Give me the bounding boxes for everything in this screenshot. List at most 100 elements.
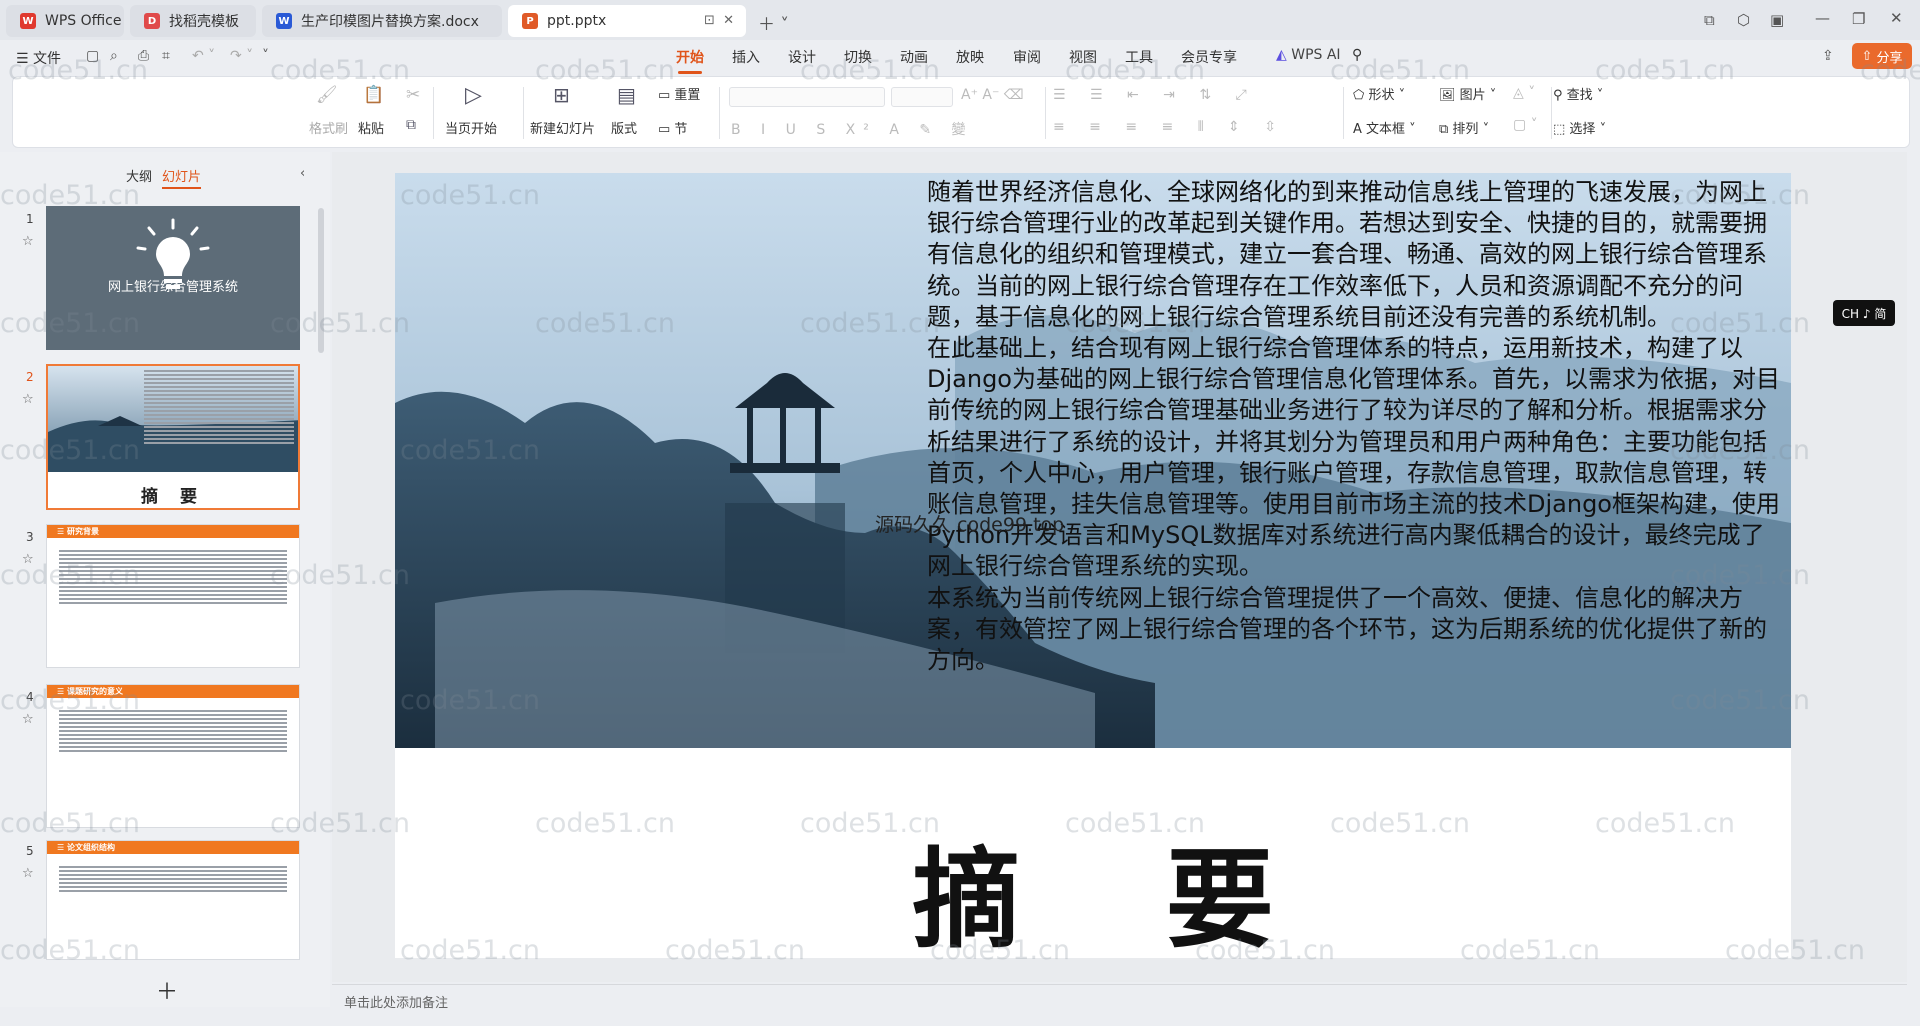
- cloud-sync-icon[interactable]: ⇪: [1822, 48, 1834, 64]
- tab-wps-office[interactable]: W WPS Office: [6, 5, 124, 37]
- collapse-panel-icon[interactable]: ‹: [300, 166, 305, 181]
- more-quick-icon[interactable]: ˅: [262, 48, 269, 64]
- star-icon[interactable]: ☆: [22, 392, 34, 407]
- canvas-scrollbar[interactable]: [1908, 152, 1920, 982]
- undo-icon[interactable]: ↶ ˅: [192, 48, 215, 64]
- star-icon[interactable]: ☆: [22, 552, 34, 567]
- slide-2[interactable]: 随着世界经济信息化、全球网络化的到来推动信息线上管理的飞速发展，为网上银行综合管…: [395, 173, 1791, 963]
- tab-pptx[interactable]: P ppt.pptx ⊡ ✕: [508, 5, 746, 37]
- textbox-button[interactable]: A 文本框 ˅: [1353, 118, 1416, 137]
- arrange-button[interactable]: ⧉ 排列 ˅: [1439, 118, 1489, 137]
- fill-icon[interactable]: ◬ ˅: [1513, 85, 1535, 101]
- new-tab-icon[interactable]: ＋ ˅: [758, 10, 789, 35]
- abstract-textbox[interactable]: 随着世界经济信息化、全球网络化的到来推动信息线上管理的飞速发展，为网上银行综合管…: [927, 177, 1787, 676]
- wps-logo-icon: W: [20, 13, 36, 29]
- slides-tab[interactable]: 幻灯片: [162, 166, 202, 189]
- tab-docer-templates[interactable]: D 找稻壳模板: [130, 5, 256, 37]
- slide-thumbnail-1[interactable]: 网上银行综合管理系统: [46, 206, 300, 350]
- arrange-label: 排列: [1452, 122, 1479, 137]
- align-icons[interactable]: ≡ ≡ ≡ ≡ ⫴ ⇕ ⇳: [1053, 119, 1286, 135]
- slide-number: 3: [26, 530, 34, 544]
- notes-pane[interactable]: 单击此处添加备注: [332, 984, 1907, 1014]
- menu-tab-design[interactable]: 设计: [788, 47, 816, 67]
- menu-tab-animation[interactable]: 动画: [900, 47, 928, 67]
- picture-button[interactable]: 🖼 图片 ˅: [1439, 84, 1496, 103]
- outline-icon[interactable]: ▢ ˅: [1513, 117, 1538, 133]
- star-icon[interactable]: ☆: [22, 712, 34, 727]
- export-icon[interactable]: ⌕: [110, 48, 118, 64]
- file-menu[interactable]: ☰ 文件: [16, 48, 61, 68]
- slide-thumbnail-4[interactable]: ☰ 课题研究的意义: [46, 684, 300, 828]
- window-layout-icon[interactable]: ⧉: [1704, 11, 1715, 29]
- slide-number: 5: [26, 844, 34, 858]
- paste-icon[interactable]: 📋: [363, 85, 384, 105]
- slide-thumbnail-3[interactable]: ☰ 研究背景: [46, 524, 300, 668]
- restore-icon[interactable]: ❐: [1852, 10, 1865, 28]
- start-from-current-button[interactable]: 当页开始: [445, 118, 497, 137]
- menu-tab-review[interactable]: 审阅: [1013, 47, 1041, 67]
- format-brush-label[interactable]: 格式刷: [309, 118, 348, 137]
- layout-icon[interactable]: ▤: [617, 83, 636, 107]
- picture-label: 图片: [1459, 88, 1486, 103]
- format-brush-icon[interactable]: 🖌: [316, 85, 338, 105]
- menu-tab-transition[interactable]: 切换: [844, 47, 872, 67]
- menu-tab-member[interactable]: 会员专享: [1181, 47, 1237, 67]
- new-slide-button[interactable]: 新建幻灯片: [530, 118, 595, 137]
- slide-thumbnail-5[interactable]: ☰ 论文组织结构: [46, 840, 300, 960]
- redo-icon[interactable]: ↷ ˅: [230, 48, 253, 64]
- avatar-icon[interactable]: ▣: [1770, 11, 1784, 29]
- outline-tab[interactable]: 大纲: [126, 166, 152, 185]
- select-button[interactable]: ⬚ 选择 ˅: [1553, 118, 1606, 137]
- menu-tab-insert[interactable]: 插入: [732, 47, 760, 67]
- ime-indicator[interactable]: CH ♪ 简: [1833, 300, 1895, 326]
- add-slide-icon[interactable]: ＋: [156, 974, 178, 1006]
- ppt-doc-icon: P: [522, 13, 538, 29]
- section-button[interactable]: ▭ 节: [658, 118, 687, 137]
- thumb4-header: ☰ 课题研究的意义: [47, 685, 299, 698]
- menu-tab-tools[interactable]: 工具: [1125, 47, 1153, 67]
- file-menu-label: 文件: [33, 51, 62, 67]
- box-icon[interactable]: ⬡: [1737, 11, 1750, 29]
- panel-scrollbar[interactable]: [318, 208, 324, 353]
- slide-title[interactable]: 摘 要: [395, 813, 1791, 969]
- share-button[interactable]: ⇧ 分享: [1852, 43, 1912, 69]
- menu-tab-home[interactable]: 开始: [676, 47, 704, 74]
- save-icon[interactable]: ▢: [86, 48, 99, 64]
- abstract-paragraph-1: 随着世界经济信息化、全球网络化的到来推动信息线上管理的飞速发展，为网上银行综合管…: [927, 178, 1767, 331]
- wps-presentation-window: W WPS Office D 找稻壳模板 W 生产印模图片替换方案.docx P…: [0, 0, 1920, 1026]
- font-grow-icon[interactable]: A⁺ A⁻ ⌫: [961, 87, 1024, 103]
- font-family-dropdown[interactable]: [729, 87, 885, 107]
- list-icons[interactable]: ☰ ☰ ⇤ ⇥ ⇅ ⤢: [1053, 87, 1257, 103]
- close-window-icon[interactable]: ✕: [1890, 9, 1903, 27]
- cut-icon[interactable]: ✂: [406, 85, 420, 105]
- print-icon[interactable]: ⎙: [138, 48, 149, 64]
- slide-number: 2: [26, 370, 34, 384]
- copy-icon[interactable]: ⧉: [406, 117, 416, 133]
- find-button[interactable]: ⚲ 查找 ˅: [1553, 84, 1603, 103]
- picture-icon: 🖼: [1439, 88, 1460, 103]
- menu-tab-view[interactable]: 视图: [1069, 47, 1097, 67]
- find-label: 查找: [1566, 88, 1593, 103]
- minimize-icon[interactable]: —: [1815, 9, 1830, 27]
- tab-label: 找稻壳模板: [169, 14, 239, 30]
- reset-button[interactable]: ▭ 重置: [658, 84, 700, 103]
- text-format-icons[interactable]: B I U S X² A ✎ 變: [731, 119, 974, 139]
- slide-thumbnail-2[interactable]: 摘 要: [46, 364, 300, 510]
- shape-button[interactable]: ⬠ 形状 ˅: [1353, 84, 1405, 103]
- tab-docx[interactable]: W 生产印模图片替换方案.docx: [262, 5, 502, 37]
- search-icon[interactable]: ⚲: [1352, 47, 1362, 63]
- play-icon[interactable]: ▷: [465, 83, 482, 108]
- star-icon[interactable]: ☆: [22, 234, 34, 249]
- font-size-dropdown[interactable]: [891, 87, 953, 107]
- layout-button[interactable]: 版式: [611, 118, 637, 137]
- thumb1-title: 网上银行综合管理系统: [107, 280, 238, 295]
- paste-button[interactable]: 粘贴: [358, 118, 384, 137]
- docer-icon: D: [144, 13, 160, 29]
- star-icon[interactable]: ☆: [22, 866, 34, 881]
- textbox-icon: A: [1353, 122, 1367, 137]
- menu-tab-slideshow[interactable]: 放映: [956, 47, 984, 67]
- new-slide-icon[interactable]: ⊞: [553, 83, 570, 107]
- print-preview-icon[interactable]: ⌗: [162, 48, 170, 64]
- close-tab-icon[interactable]: ⊡ ✕: [704, 13, 734, 28]
- wps-ai-button[interactable]: ◭ WPS AI: [1276, 47, 1341, 63]
